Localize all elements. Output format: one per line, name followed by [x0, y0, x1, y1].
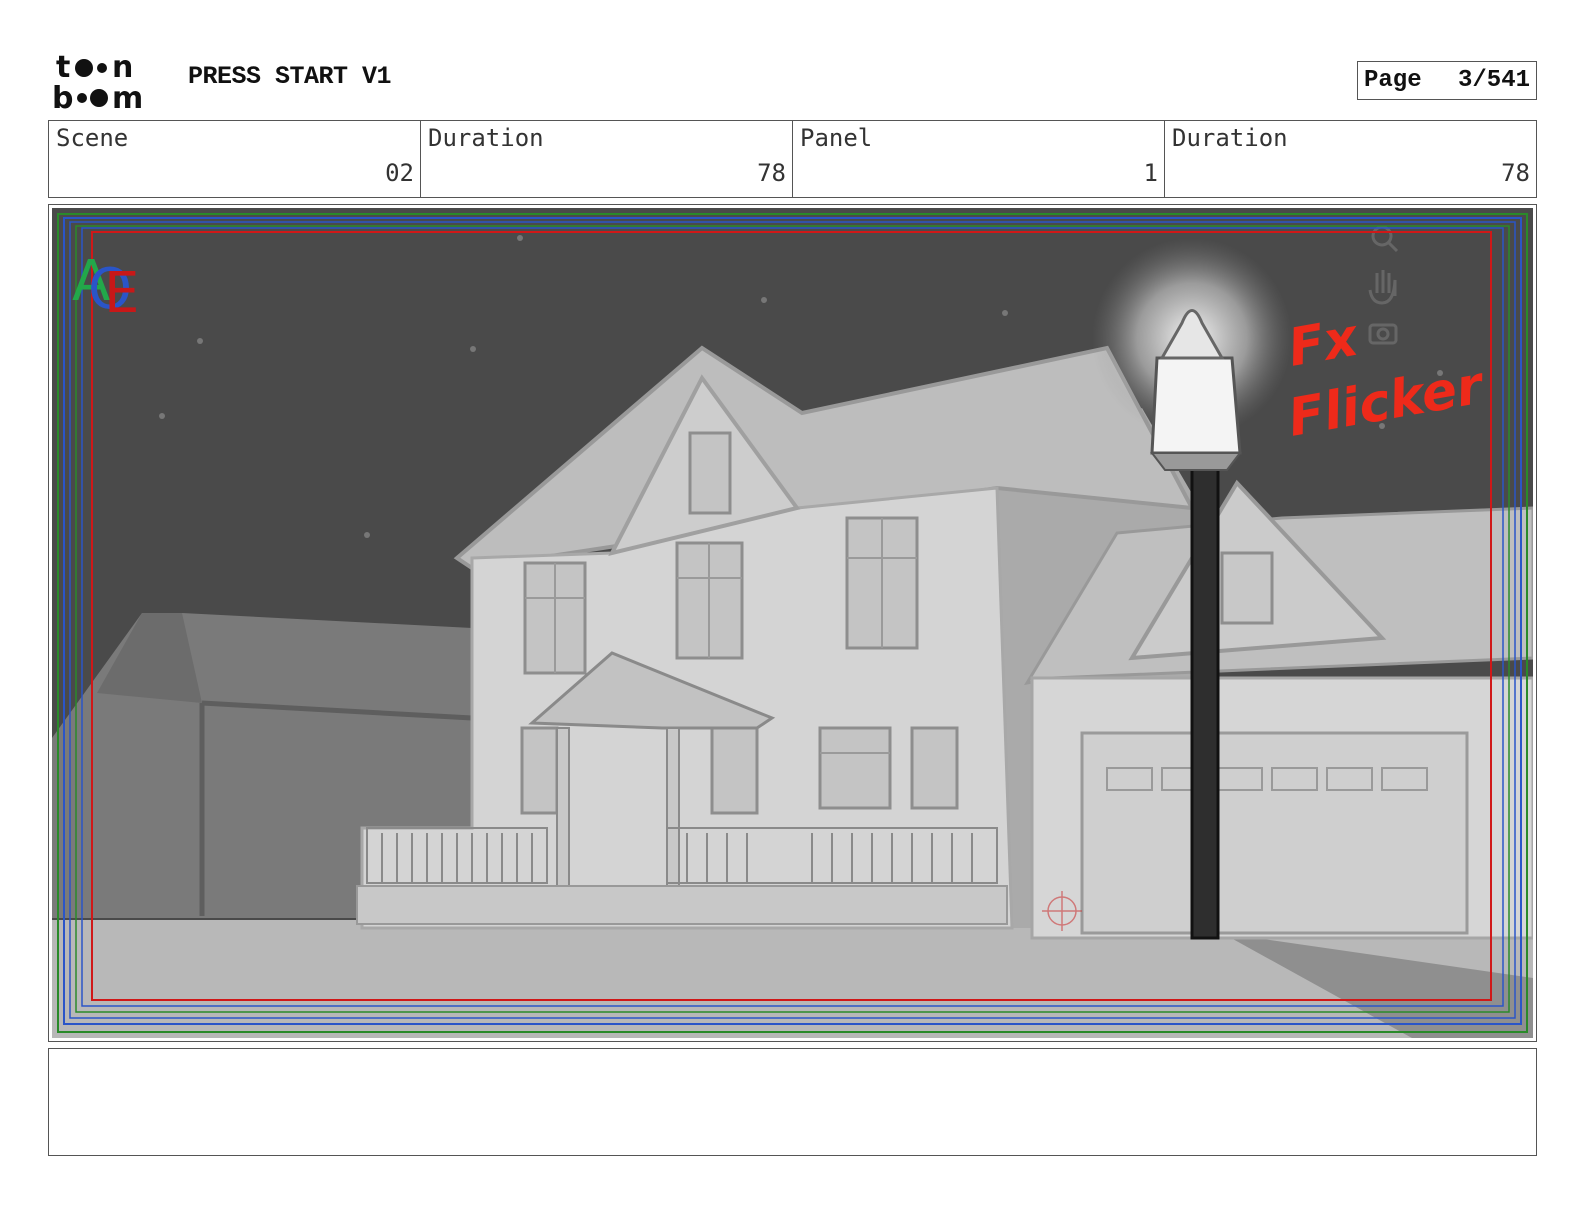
panel-duration-label: Duration: [1172, 124, 1288, 152]
project-title: PRESS START V1: [188, 62, 392, 91]
panel-duration-cell: Duration 78: [1164, 121, 1536, 197]
scene-duration-value: 78: [757, 159, 786, 187]
garage-door: [1080, 731, 1469, 935]
scene-cell: Scene 02: [49, 121, 420, 197]
scene-duration-label: Duration: [428, 124, 544, 152]
panel-drawing: Fx Flicker A O E: [52, 208, 1533, 1038]
scene-value: 02: [385, 159, 414, 187]
scene-duration-cell: Duration 78: [420, 121, 792, 197]
annotation-line-1: Fx: [1284, 307, 1364, 378]
porch-base: [356, 885, 1008, 925]
storyboard-panel[interactable]: Fx Flicker A O E: [48, 204, 1537, 1042]
panel-notes[interactable]: [48, 1048, 1537, 1156]
toon-boom-logo: t n b m: [52, 50, 164, 116]
panel-cell: Panel 1: [792, 121, 1164, 197]
svg-text:n: n: [112, 50, 133, 85]
svg-text:t: t: [56, 50, 70, 85]
page-number: 3/541: [1457, 67, 1530, 94]
panel-duration-value: 78: [1501, 159, 1530, 187]
page-indicator: Page 3/541: [1357, 61, 1537, 100]
svg-text:E: E: [104, 261, 139, 326]
page-label: Page: [1364, 67, 1422, 94]
panel-value: 1: [1143, 159, 1158, 187]
panel-info-row: Scene 02 Duration 78 Panel 1 Duration 78: [48, 120, 1537, 198]
svg-text:b: b: [52, 81, 73, 112]
panel-label: Panel: [800, 124, 873, 152]
scene-label: Scene: [56, 124, 129, 152]
svg-text:m: m: [112, 81, 143, 112]
